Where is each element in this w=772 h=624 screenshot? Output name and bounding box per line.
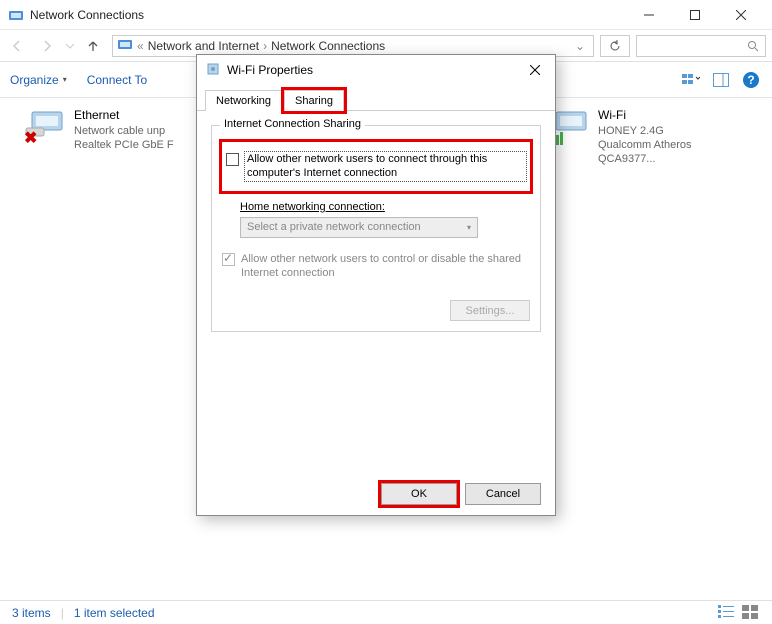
forward-button[interactable]: [32, 34, 62, 58]
view-options-button[interactable]: [680, 69, 702, 91]
adapter-name: Ethernet: [74, 108, 174, 124]
breadcrumb-item[interactable]: Network and Internet: [148, 39, 259, 53]
close-button[interactable]: [718, 1, 764, 29]
dialog-close-button[interactable]: [523, 58, 547, 82]
window-titlebar: Network Connections: [0, 0, 772, 30]
dropdown-value: Select a private network connection: [247, 221, 421, 233]
tab-networking[interactable]: Networking: [205, 90, 282, 111]
adapter-desc: Realtek PCIe GbE F: [74, 138, 174, 152]
window-title: Network Connections: [30, 8, 626, 22]
chevron-down-icon: ▾: [63, 75, 67, 84]
recent-button[interactable]: [62, 34, 78, 58]
groupbox-legend: Internet Connection Sharing: [220, 118, 365, 130]
status-bar: 3 items | 1 item selected: [0, 600, 772, 624]
organize-menu[interactable]: Organize▾: [10, 73, 67, 87]
dialog-button-row: OK Cancel: [381, 483, 541, 505]
sharing-panel: Internet Connection Sharing Allow other …: [197, 111, 555, 346]
allow-control-checkbox: [222, 253, 235, 266]
adapter-status: Network cable unp: [74, 124, 174, 138]
help-button[interactable]: ?: [740, 69, 762, 91]
chevron-right-icon: ›: [263, 39, 267, 53]
selected-count: 1 item selected: [74, 606, 155, 620]
ethernet-icon: ✖: [24, 108, 68, 144]
home-connection-label: Home networking connection:: [240, 201, 530, 213]
search-box[interactable]: [636, 35, 766, 57]
ok-button[interactable]: OK: [381, 483, 457, 505]
wifi-properties-dialog: Wi-Fi Properties Networking Sharing Inte…: [196, 54, 556, 516]
connect-to-button[interactable]: Connect To: [87, 73, 148, 87]
ics-groupbox: Internet Connection Sharing Allow other …: [211, 125, 541, 332]
adapter-status: HONEY 2.4G: [598, 124, 748, 138]
details-view-icon[interactable]: [718, 605, 736, 621]
up-button[interactable]: [78, 34, 108, 58]
allow-connect-checkbox[interactable]: [226, 153, 239, 166]
cancel-button[interactable]: Cancel: [465, 483, 541, 505]
settings-button: Settings...: [450, 300, 530, 321]
adapter-wifi[interactable]: Wi-Fi HONEY 2.4G Qualcomm Atheros QCA937…: [548, 108, 748, 590]
dialog-titlebar: Wi-Fi Properties: [197, 55, 555, 85]
maximize-button[interactable]: [672, 1, 718, 29]
item-count: 3 items: [12, 606, 51, 620]
allow-connect-label: Allow other network users to connect thr…: [245, 152, 526, 181]
back-button[interactable]: [2, 34, 32, 58]
disconnected-icon: ✖: [24, 128, 37, 148]
tab-strip: Networking Sharing: [197, 85, 555, 111]
chevron-down-icon: ▾: [467, 223, 471, 232]
address-icon: [117, 37, 133, 54]
allow-control-row: Allow other network users to control or …: [222, 252, 530, 281]
dialog-title: Wi-Fi Properties: [227, 63, 523, 77]
preview-pane-button[interactable]: [710, 69, 732, 91]
tab-sharing[interactable]: Sharing: [284, 90, 344, 111]
large-icons-view-icon[interactable]: [742, 605, 760, 621]
svg-text:?: ?: [747, 73, 754, 87]
search-icon: [747, 40, 759, 52]
minimize-button[interactable]: [626, 1, 672, 29]
wifi-adapter-icon: [205, 62, 221, 78]
allow-connect-row[interactable]: Allow other network users to connect thr…: [226, 152, 526, 181]
breadcrumb-item[interactable]: Network Connections: [271, 39, 385, 53]
app-icon: [8, 7, 24, 23]
allow-control-label: Allow other network users to control or …: [241, 252, 530, 281]
adapter-desc: Qualcomm Atheros QCA9377...: [598, 138, 748, 167]
chevron-down-icon[interactable]: ⌄: [575, 39, 585, 53]
refresh-button[interactable]: [600, 35, 630, 57]
adapter-name: Wi-Fi: [598, 108, 748, 124]
home-connection-dropdown[interactable]: Select a private network connection ▾: [240, 217, 478, 238]
